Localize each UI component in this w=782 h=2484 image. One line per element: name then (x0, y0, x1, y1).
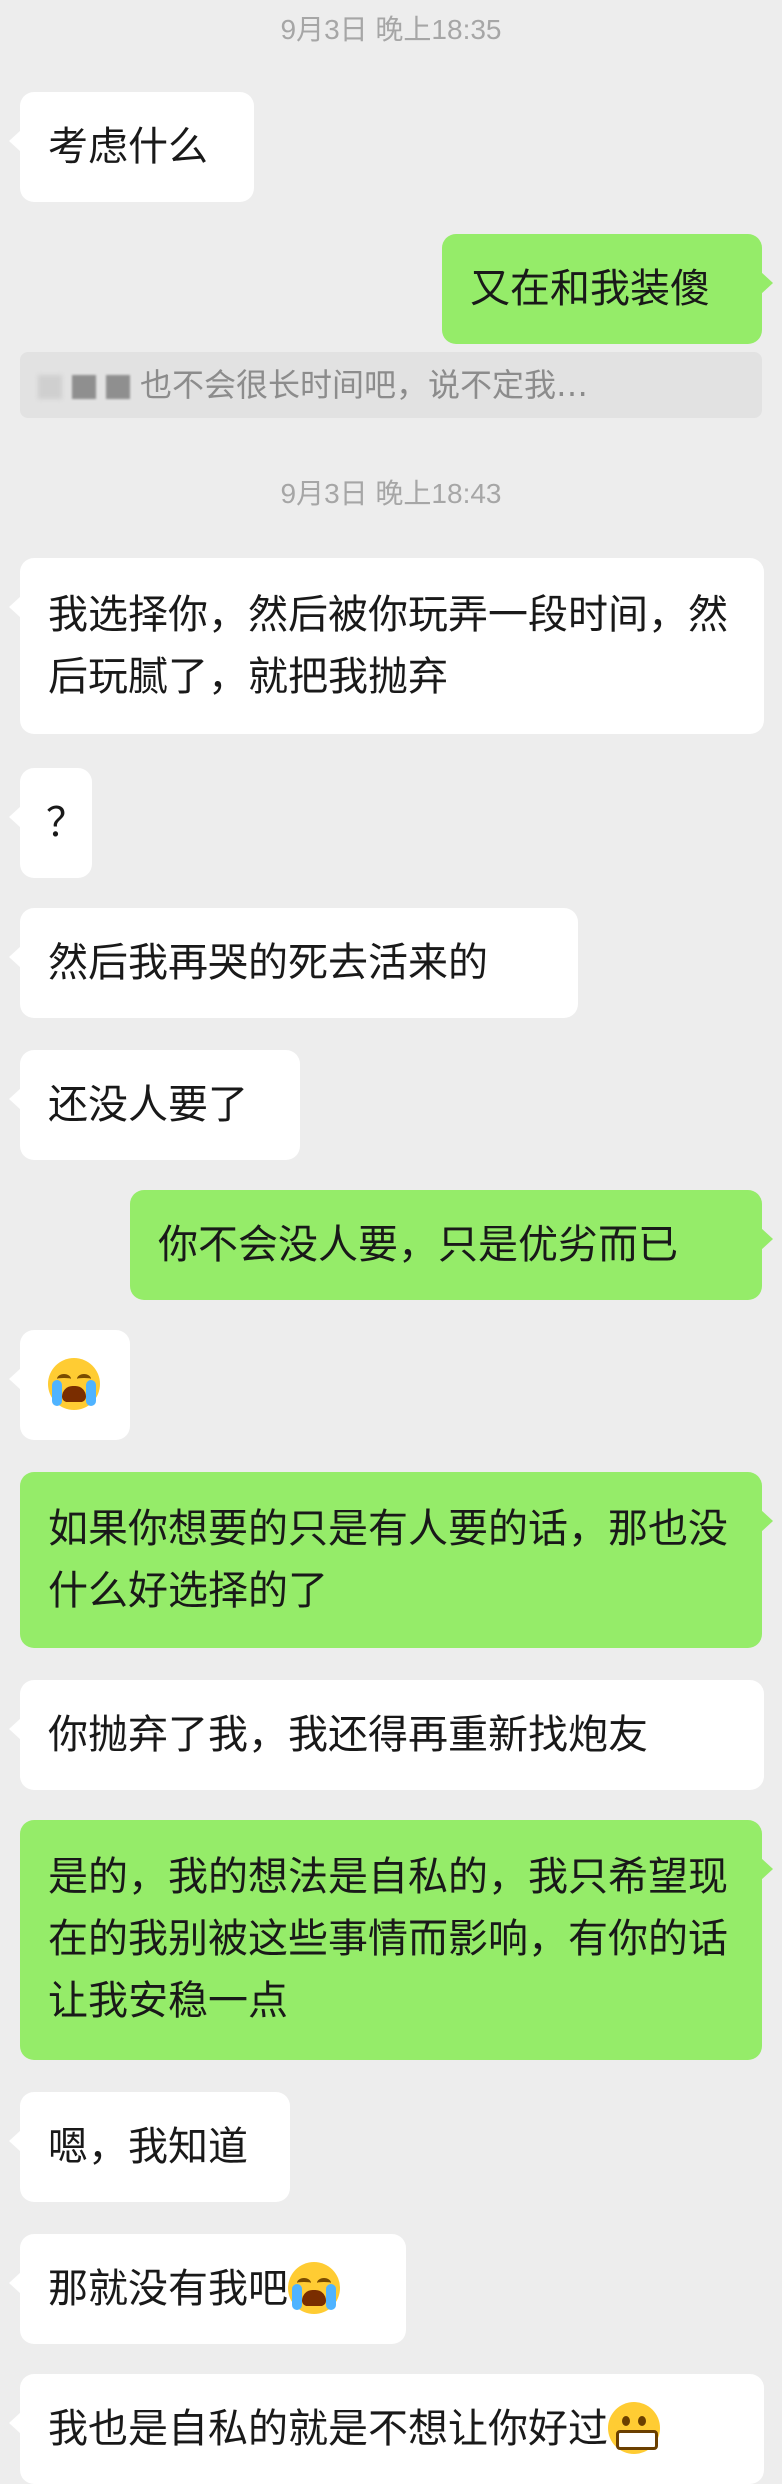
quoted-message[interactable]: 也不会很长时间吧，说不定我… (20, 352, 762, 418)
message-text: 你不会没人要，只是优劣而已 (158, 1222, 678, 1268)
message-text: 我选择你，然后被你玩弄一段时间，然后玩腻了，就把我抛弃 (48, 592, 728, 700)
chat-history: 9月3日 晚上18:35 考虑什么 又在和我装傻 也不会很长时间吧，说不定我… … (0, 0, 782, 2484)
message-text: 你抛弃了我，我还得再重新找炮友 (48, 1712, 648, 1758)
message-text: 那就没有我吧 (48, 2266, 288, 2312)
quoted-text: 也不会很长时间吧，说不定我… (140, 366, 589, 404)
message-incoming[interactable]: 我也是自私的就是不想让你好过 (9, 2374, 764, 2484)
message-outgoing[interactable]: 你不会没人要，只是优劣而已 (130, 1190, 773, 1300)
message-text: 是的，我的想法是自私的，我只希望现在的我别被这些事情而影响，有你的话让我安稳一点 (48, 1854, 728, 2024)
redacted-name (72, 375, 96, 399)
timestamp: 9月3日 晚上18:43 (280, 478, 502, 509)
message-incoming[interactable]: ？ (9, 768, 92, 878)
message-text: 考虑什么 (48, 124, 208, 170)
message-text: 又在和我装傻 (470, 266, 710, 312)
message-text: ？ (46, 800, 86, 846)
message-incoming[interactable] (9, 1330, 130, 1440)
message-outgoing[interactable]: 如果你想要的只是有人要的话，那也没什么好选择的了 (20, 1472, 773, 1648)
message-text: 然后我再哭的死去活来的 (48, 940, 488, 986)
redacted-avatar (38, 375, 62, 399)
message-text: 嗯，我知道 (48, 2124, 248, 2170)
redacted-name (106, 375, 130, 399)
message-incoming[interactable]: 考虑什么 (9, 92, 254, 202)
loudly-crying-face-icon (288, 2262, 340, 2314)
timestamp: 9月3日 晚上18:35 (280, 14, 502, 45)
loudly-crying-face-icon (48, 1358, 100, 1410)
message-incoming[interactable]: 你抛弃了我，我还得再重新找炮友 (9, 1680, 764, 1790)
message-incoming[interactable]: 嗯，我知道 (9, 2092, 290, 2202)
message-text: 如果你想要的只是有人要的话，那也没什么好选择的了 (48, 1506, 728, 1614)
message-text: 我也是自私的就是不想让你好过 (48, 2406, 608, 2452)
grimacing-face-icon (608, 2402, 660, 2454)
message-outgoing[interactable]: 又在和我装傻 (442, 234, 773, 344)
message-incoming[interactable]: 还没人要了 (9, 1050, 300, 1160)
message-outgoing[interactable]: 是的，我的想法是自私的，我只希望现在的我别被这些事情而影响，有你的话让我安稳一点 (20, 1820, 773, 2060)
message-incoming[interactable]: 我选择你，然后被你玩弄一段时间，然后玩腻了，就把我抛弃 (9, 558, 764, 734)
message-text: 还没人要了 (48, 1082, 248, 1128)
message-incoming[interactable]: 那就没有我吧 (9, 2234, 406, 2344)
message-incoming[interactable]: 然后我再哭的死去活来的 (9, 908, 578, 1018)
